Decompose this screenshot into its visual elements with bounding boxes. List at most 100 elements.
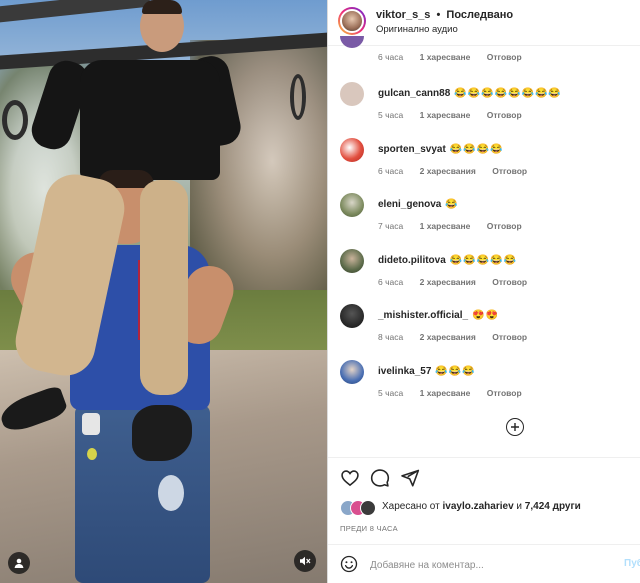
video-frame-figure: [140, 180, 188, 395]
comment-meta: 6 часа 2 харесвания Отговор: [378, 277, 541, 287]
comment-item: dideto.pilitova 😂😂😂😂😂 6 часа 2 харесвания…: [328, 249, 640, 305]
video-frame-figure: [132, 405, 192, 461]
comment-item: sporten_svyat 😂😂😂😂 6 часа 2 харесвания От…: [328, 138, 640, 194]
comment-meta: 8 часа 2 харесвания Отговор: [378, 332, 541, 342]
comment-body: ivelinka_57 😂😂😂: [378, 366, 476, 377]
commenter-username[interactable]: _mishister.official_: [378, 310, 468, 321]
comment-reply-button[interactable]: Отговор: [492, 332, 527, 342]
video-frame-ring: [290, 74, 306, 120]
comment-likes[interactable]: 1 харесване: [420, 388, 471, 398]
comment-text: 😂: [445, 199, 459, 210]
comment-time: 5 часа: [378, 388, 404, 398]
commenter-username[interactable]: dideto.pilitova: [378, 255, 446, 266]
likes-conjunction: и: [516, 501, 523, 512]
like-button[interactable]: [340, 468, 360, 488]
comment-text: 😍😍: [472, 310, 499, 321]
likers-avatars[interactable]: [340, 500, 380, 516]
commenter-username[interactable]: ivelinka_57: [378, 366, 431, 377]
post-actions: Харесано от ivaylo.zahariev и 7,424 друг…: [328, 457, 640, 583]
video-frame-ring: [2, 100, 28, 140]
comment-likes[interactable]: 2 харесвания: [420, 166, 476, 176]
post-view: viktor_s_s • Последвано Оригинално аудио…: [0, 0, 640, 583]
comment-reply-button[interactable]: Отговор: [487, 221, 522, 231]
paper-plane-icon: [401, 469, 420, 487]
follow-status-button[interactable]: Последвано: [446, 9, 513, 21]
comment-time: 6 часа: [378, 52, 404, 62]
comment-body: sporten_svyat 😂😂😂😂: [378, 144, 504, 155]
speaker-muted-icon: [300, 556, 311, 566]
comment-time: 7 часа: [378, 221, 404, 231]
heart-icon: [341, 470, 359, 487]
comment-body: _mishister.official_ 😍😍: [378, 310, 499, 321]
comment-body: gulcan_cann88 😂😂😂😂😂😂😂😂: [378, 88, 562, 99]
author-avatar-image: [340, 9, 364, 33]
video-frame-figure: [158, 475, 184, 511]
comment-meta: 5 часа 1 харесване Отговор: [378, 388, 536, 398]
comment-likes[interactable]: 1 харесване: [420, 52, 471, 62]
post-sidebar: viktor_s_s • Последвано Оригинално аудио…: [328, 0, 640, 583]
commenter-avatar[interactable]: [340, 304, 364, 328]
video-frame-figure: [87, 448, 97, 460]
comment-reply-button[interactable]: Отговор: [492, 277, 527, 287]
comment-bubble-icon: [370, 469, 390, 487]
comment-text: 😂😂😂: [435, 366, 476, 377]
comment-meta: 5 часа 1 харесване Отговор: [378, 110, 536, 120]
comment-likes[interactable]: 1 харесване: [420, 110, 471, 120]
commenter-username[interactable]: eleni_genova: [378, 199, 441, 210]
comment-button[interactable]: [370, 468, 390, 488]
commenter-avatar[interactable]: [340, 82, 364, 106]
comment-reply-button[interactable]: Отговор: [487, 110, 522, 120]
author-username[interactable]: viktor_s_s: [376, 9, 430, 21]
comment-item: ivelinka_57 😂😂😂 5 часа 1 харесване Отгово…: [328, 360, 640, 416]
add-comment-bar: Публикуване: [328, 544, 640, 583]
likes-summary: Харесано от ivaylo.zahariev и 7,424 друг…: [382, 501, 581, 512]
comment-reply-button[interactable]: Отговор: [492, 166, 527, 176]
likes-prefix: Харесано от: [382, 501, 440, 512]
commenter-avatar[interactable]: [340, 138, 364, 162]
original-audio-link[interactable]: Оригинално аудио: [376, 24, 458, 35]
comment-body: eleni_genova 😂: [378, 199, 459, 210]
author-line: viktor_s_s • Последвано: [376, 9, 513, 21]
comment-body: dideto.pilitova 😂😂😂😂😂: [378, 255, 517, 266]
comments-list[interactable]: 6 часа 1 харесване Отговор gulcan_cann88…: [328, 36, 640, 456]
commenter-avatar[interactable]: [340, 360, 364, 384]
comment-meta: 7 часа 1 харесване Отговор: [378, 221, 536, 231]
user-tag-icon: [14, 558, 24, 568]
post-comment-button[interactable]: Публикуване: [624, 558, 640, 569]
likes-count[interactable]: 7,424 други: [525, 501, 581, 512]
commenter-avatar[interactable]: [340, 193, 364, 217]
load-more-comments-button[interactable]: [506, 418, 524, 436]
emoji-picker-button[interactable]: [340, 555, 358, 573]
commenter-username[interactable]: gulcan_cann88: [378, 88, 450, 99]
smiley-icon: [340, 555, 358, 573]
post-timestamp[interactable]: ПРЕДИ 8 ЧАСА: [340, 524, 398, 533]
comment-likes[interactable]: 2 харесвания: [420, 277, 476, 287]
comment-input[interactable]: [370, 556, 610, 574]
post-video[interactable]: [0, 0, 327, 583]
video-frame-figure: [142, 0, 182, 14]
plus-circle-icon: [511, 423, 519, 431]
comment-text: 😂😂😂😂: [449, 144, 504, 155]
comment-item: gulcan_cann88 😂😂😂😂😂😂😂😂 5 часа 1 харесване…: [328, 82, 640, 138]
comment-text: 😂😂😂😂😂😂😂😂: [454, 88, 562, 99]
comment-time: 5 часа: [378, 110, 404, 120]
comment-meta: 6 часа 2 харесвания Отговор: [378, 166, 541, 176]
header-separator: •: [436, 9, 441, 21]
author-avatar[interactable]: [338, 7, 366, 35]
liker-avatar: [360, 500, 376, 516]
tagged-users-button[interactable]: [8, 552, 30, 574]
commenter-username[interactable]: sporten_svyat: [378, 144, 446, 155]
commenter-avatar[interactable]: [340, 249, 364, 273]
comment-reply-button[interactable]: Отговор: [487, 52, 522, 62]
comment-likes[interactable]: 2 харесвания: [420, 332, 476, 342]
comment-time: 8 часа: [378, 332, 404, 342]
comment-reply-button[interactable]: Отговор: [487, 388, 522, 398]
comment-item: eleni_genova 😂 7 часа 1 харесване Отговор: [328, 193, 640, 249]
commenter-avatar[interactable]: [340, 36, 364, 48]
video-frame-figure: [82, 413, 100, 435]
comment-time: 6 часа: [378, 277, 404, 287]
liker-username[interactable]: ivaylo.zahariev: [442, 501, 513, 512]
comment-likes[interactable]: 1 харесване: [420, 221, 471, 231]
mute-toggle-button[interactable]: [294, 550, 316, 572]
share-button[interactable]: [400, 468, 420, 488]
